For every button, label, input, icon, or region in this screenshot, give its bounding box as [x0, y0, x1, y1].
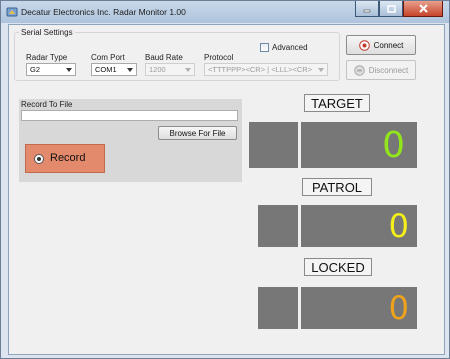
baud-rate-label: Baud Rate: [145, 53, 183, 62]
radar-type-select[interactable]: G2: [26, 63, 76, 76]
minimize-icon: [363, 9, 371, 12]
patrol-heading: PATROL: [302, 178, 372, 196]
baud-rate-select[interactable]: 1200: [145, 63, 195, 76]
connect-icon: [358, 39, 370, 51]
minimize-button[interactable]: [355, 1, 379, 17]
advanced-checkbox[interactable]: [260, 43, 269, 52]
chevron-down-icon: [127, 68, 133, 72]
main-client-area: Serial Settings Advanced Radar Type G2 C…: [8, 24, 445, 355]
window-controls: [355, 1, 443, 19]
locked-indicator: [258, 287, 298, 329]
close-icon: [418, 4, 428, 13]
advanced-label: Advanced: [272, 43, 308, 52]
patrol-indicator: [258, 205, 298, 247]
locked-readout: 0: [301, 287, 417, 329]
title-bar[interactable]: Decatur Electronics Inc. Radar Monitor 1…: [1, 1, 449, 23]
target-heading: TARGET: [304, 94, 370, 112]
record-panel: Record To File Browse For File Record: [19, 99, 242, 182]
connect-label: Connect: [373, 40, 404, 50]
disconnect-label: Disconnect: [368, 65, 409, 75]
file-path-input[interactable]: [21, 110, 238, 121]
record-radio-icon: [34, 154, 44, 164]
target-value: 0: [382, 124, 405, 166]
chevron-down-icon: [318, 68, 324, 72]
record-to-file-label: Record To File: [21, 100, 73, 109]
locked-heading: LOCKED: [304, 258, 372, 276]
protocol-label: Protocol: [204, 53, 234, 62]
connect-button[interactable]: Connect: [346, 35, 416, 55]
window-title: Decatur Electronics Inc. Radar Monitor 1…: [21, 7, 186, 17]
baud-rate-value: 1200: [149, 65, 166, 74]
browse-for-file-button[interactable]: Browse For File: [158, 126, 237, 140]
close-button[interactable]: [403, 1, 443, 17]
radar-type-value: G2: [30, 65, 41, 74]
com-port-value: COM1: [95, 65, 117, 74]
serial-settings-group: Serial Settings Advanced Radar Type G2 C…: [14, 28, 340, 81]
app-icon: [6, 7, 18, 17]
locked-value: 0: [388, 289, 409, 327]
chevron-down-icon: [66, 68, 72, 72]
patrol-value: 0: [388, 207, 409, 245]
target-readout: 0: [301, 122, 417, 168]
maximize-button[interactable]: [379, 1, 403, 17]
target-indicator: [249, 122, 298, 168]
chevron-down-icon: [185, 68, 191, 72]
browse-for-file-label: Browse For File: [169, 128, 226, 138]
serial-settings-label: Serial Settings: [19, 28, 75, 37]
radar-type-label: Radar Type: [26, 53, 68, 62]
protocol-value: <TTTPPP><CR> | <LLL><CR>: [208, 65, 313, 74]
maximize-icon: [386, 4, 396, 13]
record-label: Record: [50, 152, 86, 164]
record-button[interactable]: Record: [25, 144, 105, 173]
protocol-select[interactable]: <TTTPPP><CR> | <LLL><CR>: [204, 63, 328, 76]
com-port-select[interactable]: COM1: [91, 63, 137, 76]
app-window: Decatur Electronics Inc. Radar Monitor 1…: [0, 0, 450, 359]
disconnect-icon: [353, 64, 365, 76]
patrol-readout: 0: [301, 205, 417, 247]
com-port-label: Com Port: [91, 53, 125, 62]
disconnect-button[interactable]: Disconnect: [346, 60, 416, 80]
